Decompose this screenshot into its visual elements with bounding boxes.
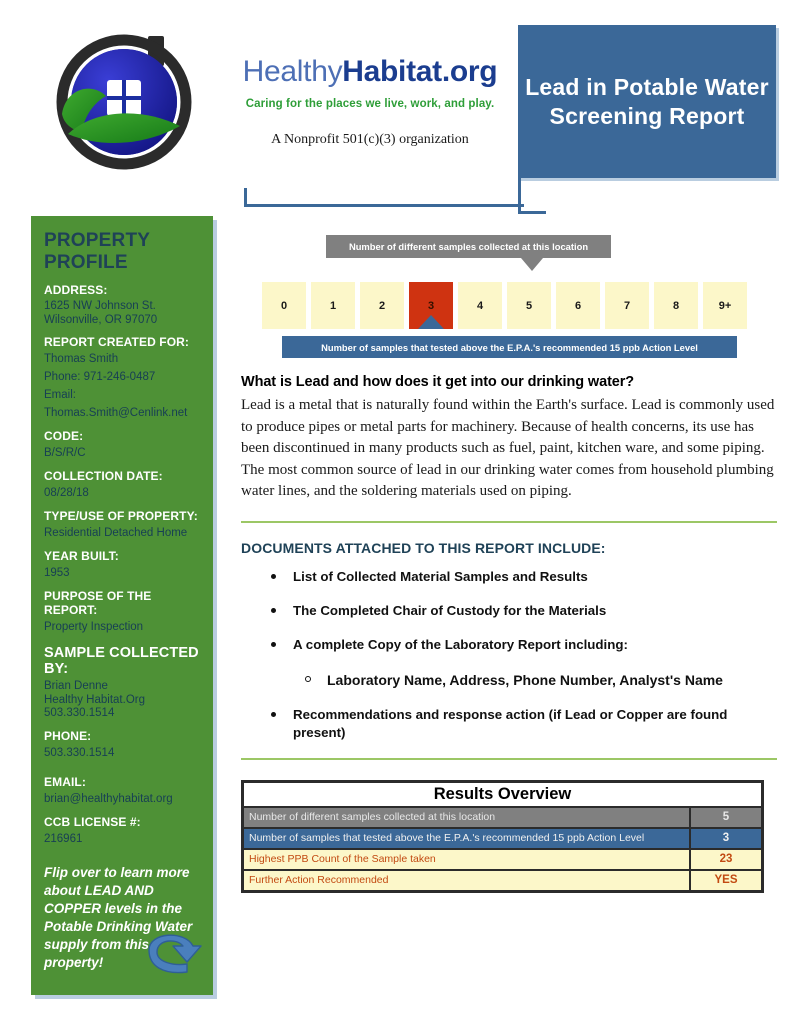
report-header: HealthyHabitat.org Caring for the places…: [0, 0, 791, 214]
scale-cell-6[interactable]: 6: [556, 282, 600, 329]
question-heading: What is Lead and how does it get into ou…: [241, 374, 635, 390]
sidebar-value-collection-date: 08/28/18: [44, 487, 89, 499]
brand-block: HealthyHabitat.org Caring for the places…: [210, 55, 530, 148]
results-overview: Results Overview Number of different samp…: [241, 779, 777, 893]
sidebar-value-address: 1625 NW Johnson St. Wilsonville, OR 9707…: [44, 300, 158, 326]
documents-heading: DOCUMENTS ATTACHED TO THIS REPORT INCLUD…: [241, 539, 606, 556]
scale-cells: 0 1 2 3 4 5 6 7 8 9+: [262, 282, 747, 329]
scale-cell-8[interactable]: 8: [654, 282, 698, 329]
table-title-row: Results Overview: [243, 781, 762, 807]
list-item-label: Laboratory Name, Address, Phone Number, …: [327, 671, 723, 688]
table-row: Number of samples that tested above the …: [243, 827, 762, 849]
table-cell-label: Number of different samples collected at…: [243, 806, 690, 828]
banner-tail-left: [518, 178, 546, 214]
sidebar-label-address: ADDRESS:: [44, 283, 108, 297]
documents-list: List of Collected Material Samples and R…: [241, 568, 777, 742]
divider-top: [241, 520, 777, 523]
table-cell-label: Number of samples that tested above the …: [243, 827, 690, 849]
gray-callout-label: Number of different samples collected at…: [326, 235, 611, 258]
table-cell-value: YES: [690, 869, 762, 891]
sidebar-value-collected-by: Brian Denne Healthy Habitat.Org 503.330.…: [44, 680, 145, 719]
list-item-label: List of Collected Material Samples and R…: [293, 568, 588, 584]
curved-arrow-icon: [148, 934, 202, 974]
sidebar-value-type-use: Residential Detached Home: [44, 527, 188, 539]
sidebar-label-type-use: TYPE/USE OF PROPERTY:: [44, 509, 198, 523]
scale-cell-1[interactable]: 1: [311, 282, 355, 329]
sidebar-value-year-built: 1953: [44, 567, 70, 579]
list-item: A complete Copy of the Laboratory Report…: [241, 636, 777, 654]
list-item-sub: Laboratory Name, Address, Phone Number, …: [241, 670, 777, 690]
sidebar-label-collection-date: COLLECTION DATE:: [44, 469, 163, 483]
sidebar-label-phone: PHONE:: [44, 728, 92, 743]
sidebar-label-collected-by: SAMPLE COLLECTED BY:: [44, 645, 199, 677]
sidebar-label-code: CODE:: [44, 429, 84, 443]
nonprofit-note: A Nonprofit 501(c)(3) organization: [271, 132, 469, 147]
report-title-banner: Lead in Potable Water Screening Report: [518, 25, 776, 178]
sidebar-label-year-built: YEAR BUILT:: [44, 549, 119, 563]
scale-cell-7[interactable]: 7: [605, 282, 649, 329]
blue-callout-label: Number of samples that tested above the …: [282, 336, 737, 358]
property-profile-sidebar: PROPERTY PROFILE ADDRESS: 1625 NW Johnso…: [31, 216, 213, 995]
brand-name-first: Healthy: [242, 55, 343, 88]
gray-callout-pointer-icon: [521, 258, 543, 271]
report-title: Lead in Potable Water Screening Report: [525, 73, 769, 129]
main-content: Number of different samples collected at…: [241, 226, 777, 893]
sidebar-label-ccb-license: CCB LICENSE #:: [44, 814, 141, 829]
healthy-habitat-logo: [48, 22, 200, 174]
sidebar-value-created-for-name: Thomas Smith: [44, 353, 119, 365]
brand-name-second: Habitat.org: [342, 55, 498, 88]
bullet-icon: [271, 641, 276, 647]
results-title: Results Overview: [243, 781, 762, 807]
list-item: List of Collected Material Samples and R…: [241, 568, 777, 586]
question-body: Lead is a metal that is naturally found …: [241, 397, 775, 499]
sidebar-label-created-for-email: Email:: [44, 389, 76, 401]
results-table: Results Overview Number of different samp…: [241, 779, 764, 893]
bullet-icon: [271, 573, 276, 579]
sidebar-value-email: brian@healthyhabitat.org: [44, 792, 173, 805]
sidebar-title: PROPERTY PROFILE: [44, 230, 150, 273]
scale-cell-0[interactable]: 0: [262, 282, 306, 329]
list-item: The Completed Chair of Custody for the M…: [241, 602, 777, 620]
brand-name: HealthyHabitat.org: [210, 55, 530, 89]
scale-cell-2[interactable]: 2: [360, 282, 404, 329]
sidebar-value-phone: 503.330.1514: [44, 746, 115, 759]
brand-tagline: Caring for the places we live, work, and…: [245, 98, 495, 110]
sidebar-value-created-for-phone: Phone: 971-246-0487: [44, 371, 156, 383]
table-cell-value: 23: [690, 848, 762, 870]
sample-scale-widget: Number of different samples collected at…: [241, 226, 777, 368]
sidebar-label-email: EMAIL:: [44, 774, 86, 789]
house-leaf-logo-icon: [56, 34, 192, 170]
bullet-icon: [271, 607, 276, 613]
banner-tail-horizontal: [244, 204, 524, 207]
table-cell-label: Highest PPB Count of the Sample taken: [243, 848, 690, 870]
scale-cell-4[interactable]: 4: [458, 282, 502, 329]
table-row: Highest PPB Count of the Sample taken 23: [243, 848, 762, 870]
sidebar-label-purpose: PURPOSE OF THE REPORT:: [44, 589, 152, 617]
sidebar-value-purpose: Property Inspection: [44, 621, 144, 633]
table-row: Further Action Recommended YES: [243, 869, 762, 891]
bullet-circle-icon: [305, 675, 311, 682]
sidebar-label-created-for: REPORT CREATED FOR:: [44, 335, 190, 349]
table-cell-value: 5: [690, 806, 762, 828]
list-item: Recommendations and response action (if …: [241, 706, 777, 742]
scale-cell-5[interactable]: 5: [507, 282, 551, 329]
scale-cell-9plus[interactable]: 9+: [703, 282, 747, 329]
bullet-icon: [271, 711, 276, 717]
sidebar-value-created-for-email: Thomas.Smith@Cenlink.net: [44, 407, 188, 419]
list-item-label: Recommendations and response action (if …: [293, 706, 728, 740]
list-item-label: The Completed Chair of Custody for the M…: [293, 602, 607, 618]
list-item-label: A complete Copy of the Laboratory Report…: [293, 636, 628, 652]
sidebar-value-code: B/S/R/C: [44, 447, 86, 459]
report-page: HealthyHabitat.org Caring for the places…: [0, 0, 791, 1024]
table-cell-value: 3: [690, 827, 762, 849]
table-row: Number of different samples collected at…: [243, 806, 762, 828]
table-cell-label: Further Action Recommended: [243, 869, 690, 891]
divider-bottom: [241, 757, 777, 760]
sidebar-value-ccb-license: 216961: [44, 832, 83, 845]
scale-cell-3[interactable]: 3: [409, 282, 453, 329]
